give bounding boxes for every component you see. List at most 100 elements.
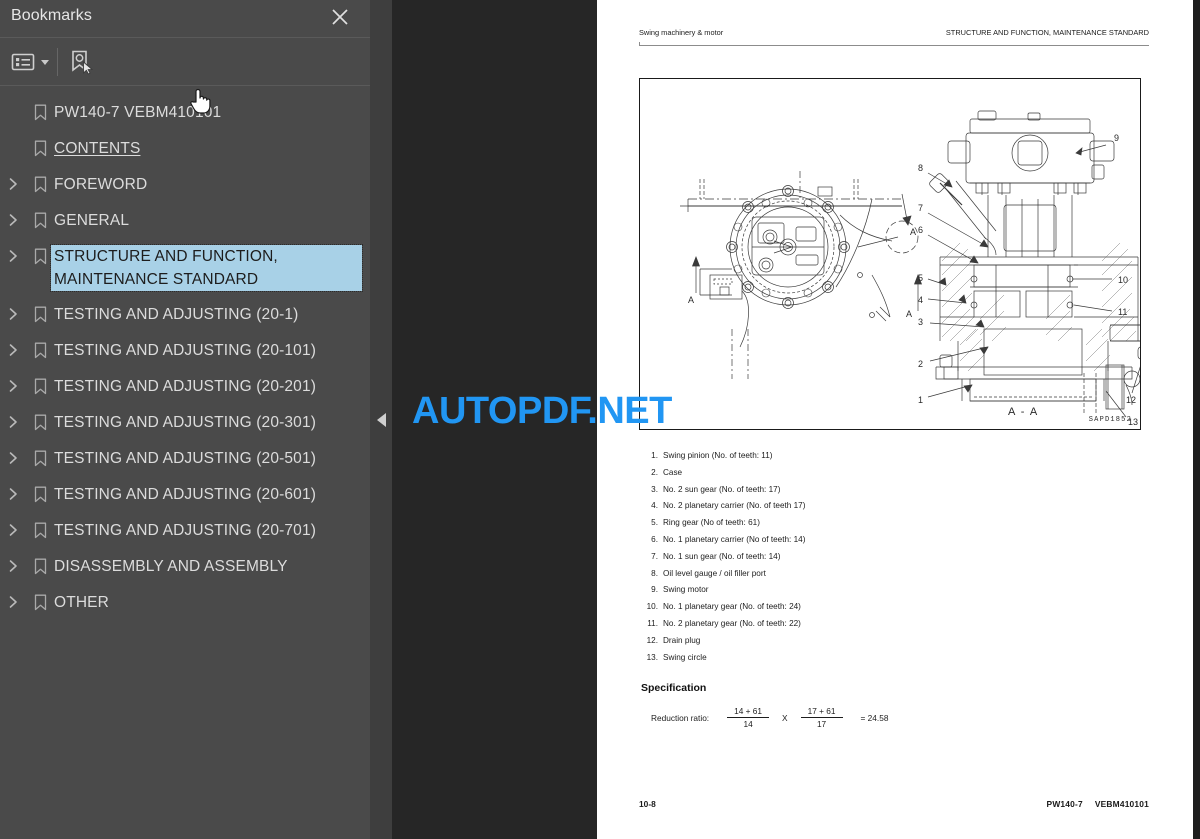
specification-title: Specification [641, 682, 707, 694]
part-list-item: 12. Drain plug [641, 633, 1061, 650]
parts-list: 1. Swing pinion (No. of teeth: 11) 2. Case 3… [641, 448, 1061, 666]
bookmark-icon [26, 447, 54, 469]
svg-text:5: 5 [918, 273, 923, 283]
part-number: 11. [647, 618, 658, 628]
specification-block: Specification Reduction ratio: 14 + 61 1… [641, 682, 1061, 729]
reduction-ratio-formula: Reduction ratio: 14 + 61 14 X 17 + 61 17… [651, 706, 1061, 729]
footer-model-code: PW140-7 VEBM410101 [1047, 799, 1149, 809]
chevron-right-icon[interactable] [0, 411, 26, 433]
bookmark-item[interactable]: PW140-7 VEBM410101 [0, 95, 370, 131]
bookmark-label: DISASSEMBLY AND ASSEMBLY [54, 558, 288, 575]
bookmark-item[interactable]: TESTING AND ADJUSTING (20-1) [0, 297, 370, 333]
toolbar-divider [57, 48, 58, 76]
bookmark-icon [26, 519, 54, 541]
chevron-right-icon[interactable] [0, 339, 26, 361]
footer-manual-code: VEBM410101 [1094, 799, 1149, 809]
bookmark-icon [26, 483, 54, 505]
part-description: No. 1 planetary carrier (No of teeth: 14… [663, 534, 806, 544]
svg-text:A - A: A - A [1008, 406, 1039, 418]
part-number: 4. [651, 501, 658, 511]
bookmark-item[interactable]: TESTING AND ADJUSTING (20-601) [0, 477, 370, 513]
multiplication-sign: X [782, 712, 788, 723]
reduction-ratio-result: = 24.58 [860, 712, 889, 723]
bookmark-item[interactable]: GENERAL [0, 203, 370, 239]
list-options-icon[interactable] [10, 48, 49, 76]
page-footer: 10-8 PW140-7 VEBM410101 [639, 799, 1149, 809]
header-rule-cap [639, 42, 640, 46]
part-number: 9. [651, 585, 658, 595]
swing-machinery-drawing: A A A 9 8 7 6 5 4 3 2 1 10 11 12 13 A - … [680, 110, 1140, 427]
part-number: 12. [646, 635, 658, 645]
page-running-header: Swing machinery & motor STRUCTURE AND FU… [639, 28, 1149, 37]
bookmark-item[interactable]: DISASSEMBLY AND ASSEMBLY [0, 549, 370, 585]
bookmark-tree[interactable]: PW140-7 VEBM410101 CONTENTS FOREWORD GENERA… [0, 87, 370, 839]
bookmark-item[interactable]: TESTING AND ADJUSTING (20-701) [0, 513, 370, 549]
svg-text:12: 12 [1126, 395, 1136, 405]
chevron-right-icon[interactable] [0, 555, 26, 577]
svg-text:6: 6 [918, 225, 923, 235]
bookmark-label: FOREWORD [54, 176, 148, 193]
technical-figure: A A A 9 8 7 6 5 4 3 2 1 10 11 12 13 A - … [639, 78, 1141, 430]
chevron-right-icon[interactable] [0, 173, 26, 195]
part-number: 2. [651, 467, 658, 477]
part-description: Case [663, 467, 683, 477]
bookmark-label: CONTENTS [54, 140, 141, 157]
bookmark-icon [26, 339, 54, 361]
collapse-panel-handle[interactable] [370, 0, 392, 839]
bookmark-item[interactable]: TESTING AND ADJUSTING (20-101) [0, 333, 370, 369]
part-number: 1. [651, 451, 658, 460]
part-description: Oil level gauge / oil filler port [663, 568, 766, 578]
part-list-item: 9. Swing motor [641, 582, 1061, 599]
part-list-item: 4. No. 2 planetary carrier (No. of teeth … [641, 498, 1061, 515]
bookmark-icon [26, 245, 54, 267]
chevron-right-icon[interactable] [0, 303, 26, 325]
svg-text:A: A [906, 309, 912, 319]
bookmark-icon [26, 137, 54, 159]
bookmark-label: OTHER [54, 594, 109, 611]
bookmark-label: TESTING AND ADJUSTING (20-701) [54, 522, 317, 539]
svg-text:8: 8 [918, 163, 923, 173]
svg-text:7: 7 [918, 203, 923, 213]
part-description: Swing motor [663, 585, 709, 595]
bookmark-icon [26, 555, 54, 577]
chevron-right-icon[interactable] [0, 245, 26, 267]
part-number: 7. [651, 551, 658, 561]
bookmarks-panel-header: Bookmarks [0, 0, 370, 38]
bookmark-item[interactable]: TESTING AND ADJUSTING (20-301) [0, 405, 370, 441]
chevron-right-icon[interactable] [0, 483, 26, 505]
chevron-right-icon[interactable] [0, 209, 26, 231]
panel-title: Bookmarks [11, 7, 92, 24]
bookmark-item[interactable]: FOREWORD [0, 167, 370, 203]
fraction-one-numerator: 14 + 61 [734, 706, 763, 716]
part-list-item: 8. Oil level gauge / oil filler port [641, 566, 1061, 583]
chevron-right-icon[interactable] [0, 591, 26, 613]
chevron-right-icon[interactable] [0, 519, 26, 541]
part-description: Ring gear (No of teeth: 61) [663, 518, 760, 528]
footer-page-number: 10-8 [639, 799, 656, 809]
bookmark-item[interactable]: STRUCTURE AND FUNCTION, MAINTENANCE STAN… [0, 239, 370, 297]
bookmark-label: GENERAL [54, 212, 130, 229]
bookmark-item[interactable]: TESTING AND ADJUSTING (20-201) [0, 369, 370, 405]
fraction-one: 14 + 61 14 [727, 706, 770, 729]
bookmark-item[interactable]: OTHER [0, 585, 370, 621]
viewer-right-rail [1193, 0, 1200, 839]
chevron-down-icon[interactable] [41, 59, 49, 65]
chevron-right-icon[interactable] [0, 375, 26, 397]
fraction-two: 17 + 61 17 [800, 706, 843, 729]
svg-text:4: 4 [918, 295, 923, 305]
part-number: 10. [646, 602, 658, 612]
bookmark-item[interactable]: CONTENTS [0, 131, 370, 167]
bookmark-label: TESTING AND ADJUSTING (20-601) [54, 486, 317, 503]
chevron-right-icon[interactable] [0, 447, 26, 469]
close-icon[interactable] [328, 5, 352, 29]
new-bookmark-icon[interactable] [68, 48, 96, 76]
bookmark-item[interactable]: TESTING AND ADJUSTING (20-501) [0, 441, 370, 477]
bookmark-label: TESTING AND ADJUSTING (20-501) [54, 450, 317, 467]
document-viewer[interactable]: Swing machinery & motor STRUCTURE AND FU… [392, 0, 1200, 839]
bookmark-icon [26, 173, 54, 195]
bookmark-icon [26, 411, 54, 433]
triangle-left-icon [376, 412, 386, 427]
part-number: 3. [651, 484, 658, 494]
fraction-two-numerator: 17 + 61 [807, 706, 836, 716]
pdf-viewer-window: Bookmarks PW140-7 VEBM410101 CONTENTS FO… [0, 0, 1200, 839]
